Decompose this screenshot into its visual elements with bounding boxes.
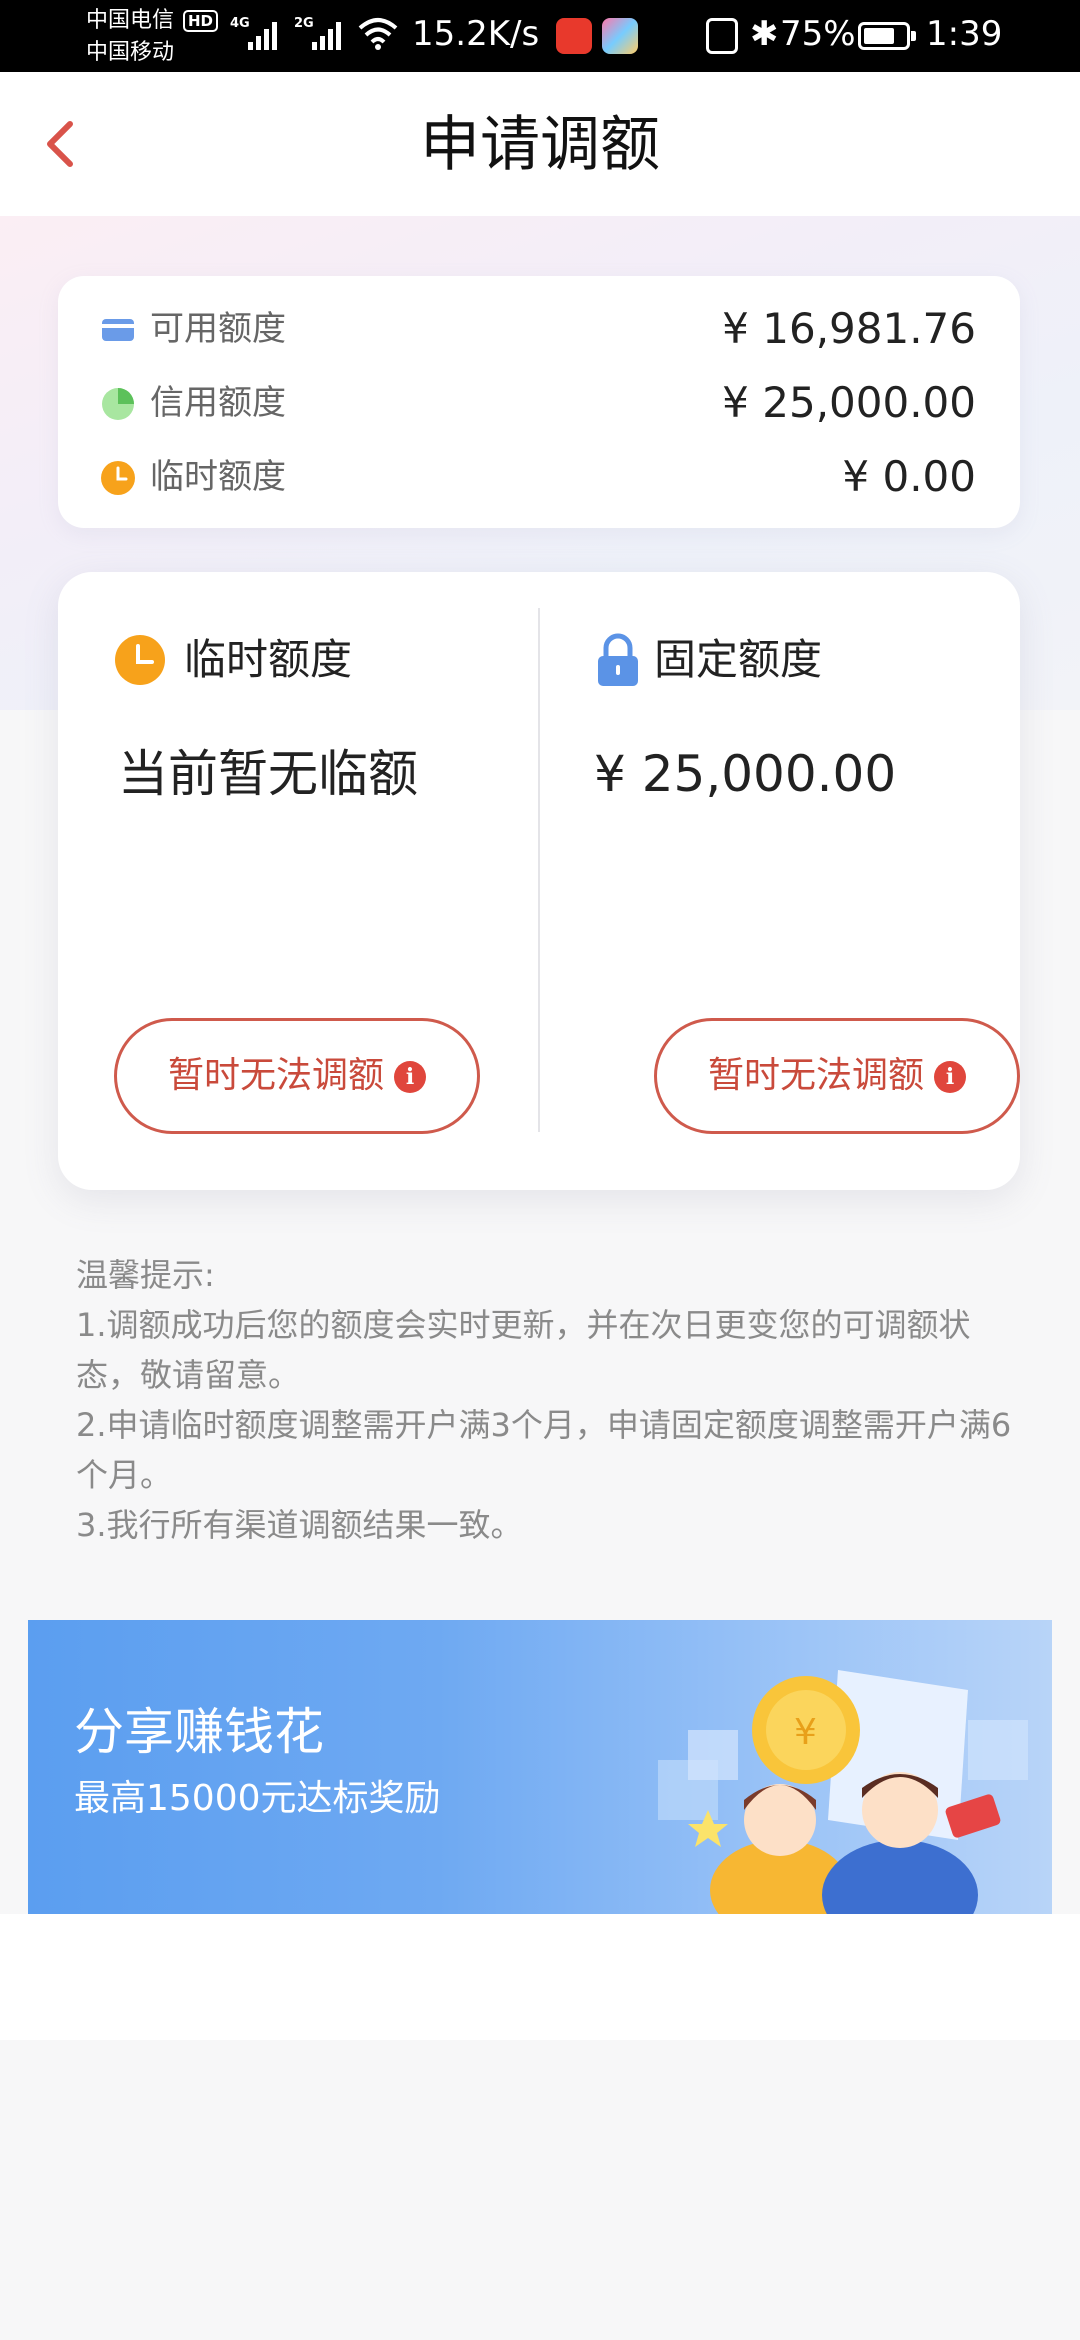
fixed-quota-section: 固定额度 ¥ 25,000.00 暂时无法调额 i bbox=[540, 572, 1020, 1190]
footer-spacer bbox=[0, 1914, 1080, 2040]
promo-title: 分享赚钱花 bbox=[74, 1703, 324, 1761]
adjust-button-label: 暂时无法调额 bbox=[707, 1055, 924, 1096]
quota-summary-card: 可用额度 ¥ 16,981.76 信用额度 ¥ 25,000.00 临时额度 ¥… bbox=[58, 276, 1020, 528]
network-type-1: 4G bbox=[230, 16, 250, 31]
summary-value: ¥ 25,000.00 bbox=[722, 378, 976, 427]
temporary-adjust-button[interactable]: 暂时无法调额 i bbox=[114, 1018, 480, 1134]
battery-level bbox=[864, 28, 894, 44]
promo-subtitle: 最高15000元达标奖励 bbox=[74, 1778, 441, 1819]
signal-1-icon bbox=[248, 20, 280, 50]
summary-label: 临时额度 bbox=[150, 457, 286, 497]
app-notification-icon bbox=[602, 18, 638, 54]
app-notification-icon bbox=[556, 18, 592, 54]
tip-item: 1.调额成功后您的额度会实时更新，并在次日更变您的可调额状态，敬请留意。 bbox=[76, 1306, 971, 1394]
lock-icon bbox=[598, 633, 638, 686]
carrier-2-label: 中国移动 bbox=[86, 40, 175, 65]
svg-text:¥: ¥ bbox=[794, 1712, 817, 1753]
info-icon[interactable]: i bbox=[934, 1061, 966, 1093]
temporary-quota-value: 当前暂无临额 bbox=[118, 745, 418, 803]
fixed-quota-title: 固定额度 bbox=[654, 635, 823, 684]
tip-item: 2.申请临时额度调整需开户满3个月，申请固定额度调整需开户满6个月。 bbox=[76, 1406, 1012, 1494]
battery-icon bbox=[858, 22, 916, 50]
carrier-1-label: 中国电信 bbox=[86, 8, 175, 33]
nfc-icon bbox=[706, 18, 738, 54]
signal-2-icon bbox=[312, 20, 344, 50]
summary-row-available: 可用额度 ¥ 16,981.76 bbox=[58, 294, 1020, 366]
fixed-quota-value: ¥ 25,000.00 bbox=[594, 745, 897, 803]
pie-icon bbox=[102, 388, 134, 420]
summary-label: 可用额度 bbox=[150, 309, 286, 349]
temporary-quota-title: 临时额度 bbox=[184, 635, 353, 684]
temporary-quota-section: 临时额度 当前暂无临额 暂时无法调额 i bbox=[58, 572, 538, 1190]
hd-icon: HD bbox=[183, 10, 219, 32]
clock: 1:39 bbox=[926, 14, 1003, 54]
network-speed: 15.2K/s bbox=[412, 14, 540, 54]
summary-row-credit: 信用额度 ¥ 25,000.00 bbox=[58, 368, 1020, 440]
adjust-button-label: 暂时无法调额 bbox=[167, 1055, 384, 1096]
summary-label: 信用额度 bbox=[150, 383, 286, 423]
promo-banner[interactable]: 分享赚钱花 最高15000元达标奖励 ¥ bbox=[28, 1620, 1052, 1914]
card-icon bbox=[102, 319, 134, 341]
promo-illustration: ¥ bbox=[658, 1670, 1028, 1914]
tip-item: 3.我行所有渠道调额结果一致。 bbox=[76, 1506, 523, 1544]
quota-adjust-panel: 临时额度 当前暂无临额 暂时无法调额 i 固定额度 ¥ 25,000.00 暂时无… bbox=[58, 572, 1020, 1190]
bluetooth-icon: ✱ bbox=[750, 14, 779, 54]
wifi-icon bbox=[358, 18, 398, 50]
summary-value: ¥ 16,981.76 bbox=[722, 304, 976, 353]
page-title: 申请调额 bbox=[420, 110, 660, 180]
tips-heading: 温馨提示: bbox=[76, 1256, 215, 1294]
info-icon[interactable]: i bbox=[394, 1061, 426, 1093]
fixed-adjust-button[interactable]: 暂时无法调额 i bbox=[654, 1018, 1020, 1134]
summary-row-temporary: 临时额度 ¥ 0.00 bbox=[58, 442, 1020, 514]
summary-value: ¥ 0.00 bbox=[842, 452, 976, 501]
network-type-2: 2G bbox=[294, 16, 314, 31]
status-bar: 中国电信 中国移动 HD 4G 2G 15.2K/s ✱ 75% 1:39 bbox=[0, 0, 1080, 72]
nav-bar: 申请调额 bbox=[0, 72, 1080, 216]
tips-section: 温馨提示: 1.调额成功后您的额度会实时更新，并在次日更变您的可调额状态，敬请留… bbox=[76, 1250, 1016, 1550]
clock-icon bbox=[101, 461, 135, 495]
battery-percent: 75% bbox=[780, 14, 856, 54]
clock-icon bbox=[115, 635, 165, 685]
